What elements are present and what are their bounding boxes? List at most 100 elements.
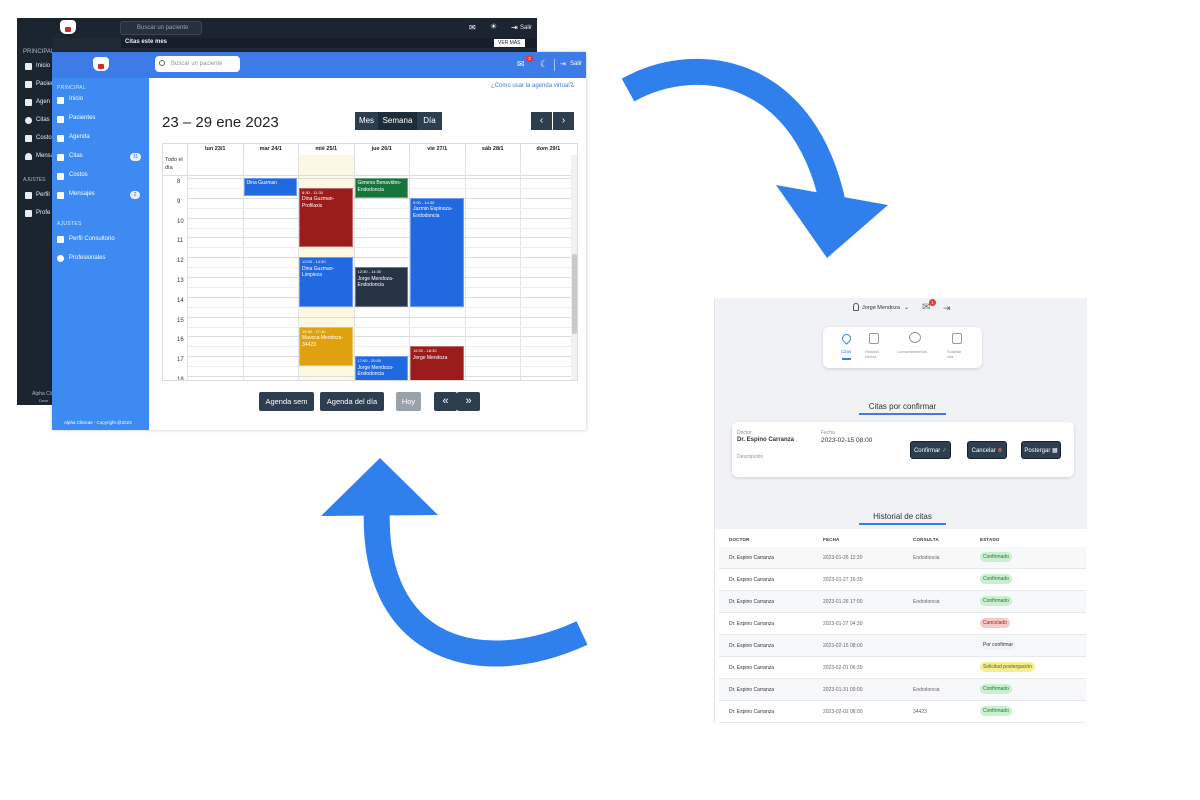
arrow-to-calendar-icon (363, 504, 588, 667)
cancel-button[interactable]: Cancelar ⊗ (967, 441, 1007, 459)
calendar-event[interactable]: 9:00 - 14:30 Jazmin Espinoza-Endodoncia (410, 197, 464, 307)
history-title: Historial de citas (873, 512, 932, 521)
agenda-week-button[interactable]: Agenda sem (259, 392, 314, 411)
history-header-estado: ESTADO (980, 537, 1000, 542)
team-icon (57, 255, 64, 262)
check-circle-icon: ✓ (941, 448, 948, 454)
today-button[interactable]: Hoy (396, 392, 421, 411)
history-doctor: Dr. Espino Carranza (729, 555, 775, 561)
calendar-event[interactable]: 15:30 - 17:30 Mavoca Mendoza-34423 (299, 326, 353, 367)
calendar-events: Dina Guzman 8:30 - 11:30 Dina Guzman-Profi… (163, 144, 577, 380)
sidebar-item-pacientes[interactable]: Pacientes (69, 115, 95, 121)
history-doctor: Dr. Espino Carranza (729, 621, 775, 627)
user-name[interactable]: Jorge Mendoza (862, 305, 900, 311)
sidebar-badge-citas: 11 (130, 153, 142, 161)
logout-label[interactable]: Salir (570, 61, 582, 67)
history-fecha: 2023-02-02 08:00 (823, 709, 863, 715)
help-link[interactable]: ¿Como usar la agenda virtual? (491, 83, 573, 89)
pending-doctor-label: Doctor (737, 430, 752, 436)
tab-solicitar-cita[interactable]: Solicitar cita (947, 349, 967, 359)
arrow-head-up-icon (321, 458, 438, 516)
sidebar-section-ajustes: AJUSTES (57, 221, 82, 227)
dark-nav-item-4[interactable]: Costo (36, 135, 52, 141)
dark-chat-icon[interactable]: ✉ (469, 23, 476, 32)
confirm-button[interactable]: Confirmar ✓ (910, 441, 951, 459)
sidebar-item-perfil-consultorio[interactable]: Perfil Consultorio (69, 236, 115, 242)
messages-badge: 2 (526, 55, 533, 62)
tab-citas[interactable]: Citas (841, 349, 851, 354)
event-title: Jorge Mendoza-Endodoncia (357, 275, 394, 289)
prev-week-button[interactable]: « (434, 392, 457, 411)
dark-section-principal: PRINCIPAL (23, 49, 55, 55)
dark-logout-icon[interactable]: ⇥ (511, 23, 518, 32)
sidebar-item-profesionales[interactable]: Profesionales (69, 255, 105, 261)
sidebar-item-inicio[interactable]: Inicio (69, 96, 83, 102)
tab-historia-clinica[interactable]: Historia clínica (865, 349, 885, 359)
status-badge: Confirmado (980, 552, 1012, 562)
user-icon[interactable] (853, 303, 859, 311)
chat-icon[interactable]: ✉ (517, 59, 525, 70)
sidebar-item-citas[interactable]: Citas (69, 153, 83, 159)
logout-icon[interactable]: ⇥ (560, 60, 566, 68)
dark-clinic-icon (25, 192, 32, 199)
dark-nav-item-2[interactable]: Agen (36, 99, 50, 105)
user-menu-chevron-icon[interactable]: ⌄ (904, 304, 909, 311)
calendar-next-button[interactable]: › (553, 112, 574, 130)
dark-search-input[interactable]: Buscar un paciente (120, 21, 202, 35)
history-doctor: Dr. Espino Carranza (729, 643, 775, 649)
dark-users-icon (25, 81, 32, 88)
calendar-event[interactable]: 8:30 - 11:30 Dina Guzman-Profilaxis (299, 187, 353, 248)
logout-icon[interactable]: ⇥ (943, 303, 951, 314)
dark-bell-icon (25, 153, 32, 160)
view-day-button[interactable]: Día (417, 112, 442, 130)
history-header-fecha: FECHA (823, 537, 840, 542)
event-title: Jorge Mendoza-Endodoncia (357, 364, 394, 378)
dark-footer-sub: Dese (39, 398, 49, 403)
calendar-scroll-thumb[interactable] (572, 254, 577, 334)
event-title: Dina Guzman-Profilaxis (302, 196, 335, 209)
calendar-event[interactable]: 17:00 - 20:00 Jorge Mendoza-Endodoncia (354, 356, 408, 380)
dark-sun-icon[interactable]: ☀ (490, 22, 497, 31)
history-doctor: Dr. Espino Carranza (729, 709, 775, 715)
moon-icon[interactable]: ☾ (540, 59, 548, 70)
dark-logout-label[interactable]: Salir (520, 25, 532, 31)
sidebar-item-mensajes[interactable]: Mensajes (69, 191, 95, 197)
history-fecha: 2023-01-27 04:30 (823, 621, 863, 627)
calendar-event[interactable]: 12:00 - 14:30 Dina Guzman-Limpieza (299, 257, 353, 307)
next-week-button[interactable]: » (457, 392, 480, 411)
dark-receipt-icon (25, 135, 32, 142)
calendar-event[interactable]: Dina Guzman (243, 178, 297, 196)
calendar-event[interactable]: 16:30 - 18:30 Jorge Mendoza (410, 346, 464, 380)
tab-consentimientos[interactable]: Consentimientos (897, 349, 927, 354)
x-circle-icon: ⊗ (997, 448, 1003, 454)
dark-nav-item-3[interactable]: Citas (36, 117, 50, 123)
arrow-head-down-icon (776, 185, 888, 258)
dark-ver-mas-button[interactable]: VER MÁS (494, 39, 525, 47)
clinic-logo-icon (93, 57, 109, 71)
calendar-prev-button[interactable]: ‹ (531, 112, 552, 130)
agenda-day-button[interactable]: Agenda del día (320, 392, 384, 411)
event-title: Mavoca Mendoza-34423 (302, 335, 344, 348)
history-header-consulta: CONSULTA (913, 537, 939, 542)
dark-footer: Alpha Cli (32, 391, 53, 397)
history-row: Dr. Espino Carranza 2023-01-26 12:30 Endod… (719, 547, 1086, 569)
postpone-button[interactable]: Postergar ▦ (1021, 441, 1061, 459)
history-row: Dr. Espino Carranza 2023-01-26 17:00 Endod… (719, 591, 1086, 613)
calendar-event[interactable]: Gimena Benavides-Endodoncia (354, 178, 408, 198)
view-week-button[interactable]: Semana (379, 112, 417, 130)
history-doctor: Dr. Espino Carranza (729, 687, 775, 693)
dark-settings-item-1[interactable]: Profe (36, 210, 50, 216)
pending-title-underline (859, 413, 946, 415)
search-input[interactable]: Buscar un paciente (155, 56, 240, 72)
view-month-button[interactable]: Mes (355, 112, 379, 130)
dark-team-icon (25, 210, 32, 217)
week-calendar-grid: lun 23/1 mar 24/1 mié 25/1 jue 26/1 vie 27/1… (162, 143, 578, 381)
status-badge: Cancelado (980, 618, 1010, 628)
sidebar-item-costos[interactable]: Costos (69, 172, 88, 178)
pending-title: Citas por confirmar (868, 402, 937, 411)
sidebar-item-agenda[interactable]: Agenda (69, 134, 90, 140)
chevron-down-icon[interactable]: ⌄ (570, 81, 576, 89)
dark-nav-item-0[interactable]: Inicio (36, 63, 50, 69)
dark-settings-item-0[interactable]: Perfil (36, 192, 50, 198)
calendar-event[interactable]: 12:30 - 14:30 Jorge Mendoza-Endodoncia (354, 267, 408, 307)
